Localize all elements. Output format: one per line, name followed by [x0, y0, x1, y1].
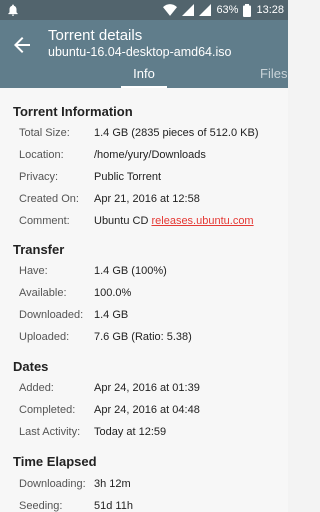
row-value-available: 100.0%	[94, 287, 132, 299]
section-title-time-elapsed: Time Elapsed	[13, 454, 97, 469]
row-label-uploaded: Uploaded:	[19, 331, 70, 343]
row-value-privacy: Public Torrent	[94, 171, 162, 183]
tab-info[interactable]: Info	[121, 66, 167, 81]
page-subtitle: ubuntu-16.04-desktop-amd64.iso	[48, 45, 232, 59]
row-label-last-activity: Last Activity:	[19, 426, 81, 438]
section-title-dates: Dates	[13, 359, 49, 374]
battery-percent: 63%	[216, 4, 239, 16]
row-value-location: /home/yury/Downloads	[94, 149, 206, 161]
signal-icon	[199, 4, 212, 16]
row-label-added: Added:	[19, 382, 54, 394]
comment-text: Ubuntu CD	[94, 215, 152, 227]
back-arrow-icon[interactable]	[10, 33, 34, 57]
row-label-total-size: Total Size:	[19, 127, 70, 139]
section-title-transfer: Transfer	[13, 242, 65, 257]
wifi-icon	[163, 4, 178, 16]
row-label-downloaded: Downloaded:	[19, 309, 84, 321]
comment-link[interactable]: releases.ubuntu.com	[151, 215, 253, 227]
status-bar: 63% 13:28	[0, 0, 288, 20]
row-label-location: Location:	[19, 149, 64, 161]
details-content[interactable]: Torrent Information Total Size: 1.4 GB (…	[0, 88, 288, 512]
row-value-downloaded: 1.4 GB	[94, 309, 129, 321]
section-title-torrent-information: Torrent Information	[13, 104, 133, 119]
row-value-completed: Apr 24, 2016 at 04:48	[94, 404, 200, 416]
row-value-added: Apr 24, 2016 at 01:39	[94, 382, 200, 394]
row-value-comment: Ubuntu CD releases.ubuntu.com	[94, 215, 254, 227]
row-label-available: Available:	[19, 287, 67, 299]
battery-icon	[243, 3, 252, 17]
row-label-downloading: Downloading:	[19, 478, 86, 490]
tab-files[interactable]: Files	[260, 66, 287, 81]
row-label-privacy: Privacy:	[19, 171, 59, 183]
row-value-downloading: 3h 12m	[94, 478, 131, 490]
row-value-uploaded: 7.6 GB (Ratio: 5.38)	[94, 331, 192, 343]
row-value-total-size: 1.4 GB (2835 pieces of 512.0 KB)	[94, 127, 259, 139]
row-value-seeding: 51d 11h	[94, 500, 133, 512]
row-label-have: Have:	[19, 265, 48, 277]
clock: 13:28	[256, 4, 284, 16]
signal-icon	[182, 4, 195, 16]
row-label-created-on: Created On:	[19, 193, 79, 205]
row-label-comment: Comment:	[19, 215, 70, 227]
notification-bell-icon	[6, 3, 20, 17]
row-value-have: 1.4 GB (100%)	[94, 265, 167, 277]
row-value-last-activity: Today at 12:59	[94, 426, 167, 438]
row-label-completed: Completed:	[19, 404, 76, 416]
row-value-created-on: Apr 21, 2016 at 12:58	[94, 193, 200, 205]
row-label-seeding: Seeding:	[19, 500, 63, 512]
